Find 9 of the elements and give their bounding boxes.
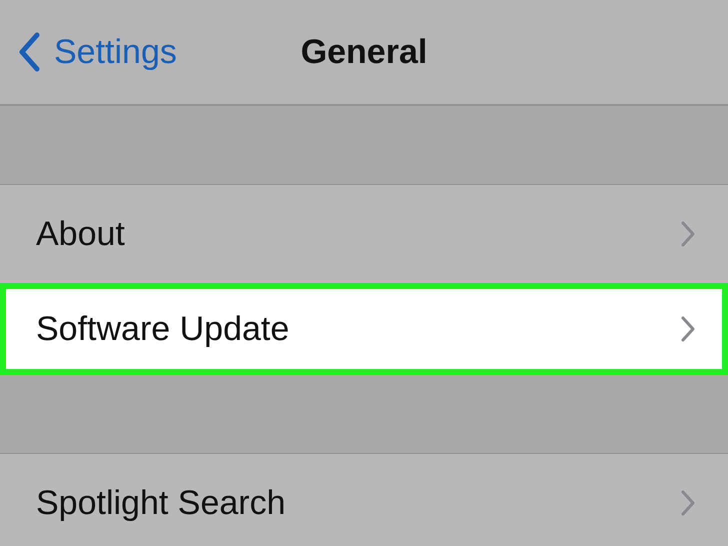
chevron-right-icon xyxy=(680,315,696,343)
screen-title: General xyxy=(300,32,428,72)
settings-row[interactable]: Software Update xyxy=(0,283,728,375)
row-label: Software Update xyxy=(36,310,290,348)
chevron-right-icon xyxy=(680,220,696,248)
chevron-right-icon xyxy=(680,489,696,517)
row-label: About xyxy=(36,214,125,254)
row-label: Spotlight Search xyxy=(36,484,286,522)
chevron-left-icon xyxy=(18,32,40,72)
